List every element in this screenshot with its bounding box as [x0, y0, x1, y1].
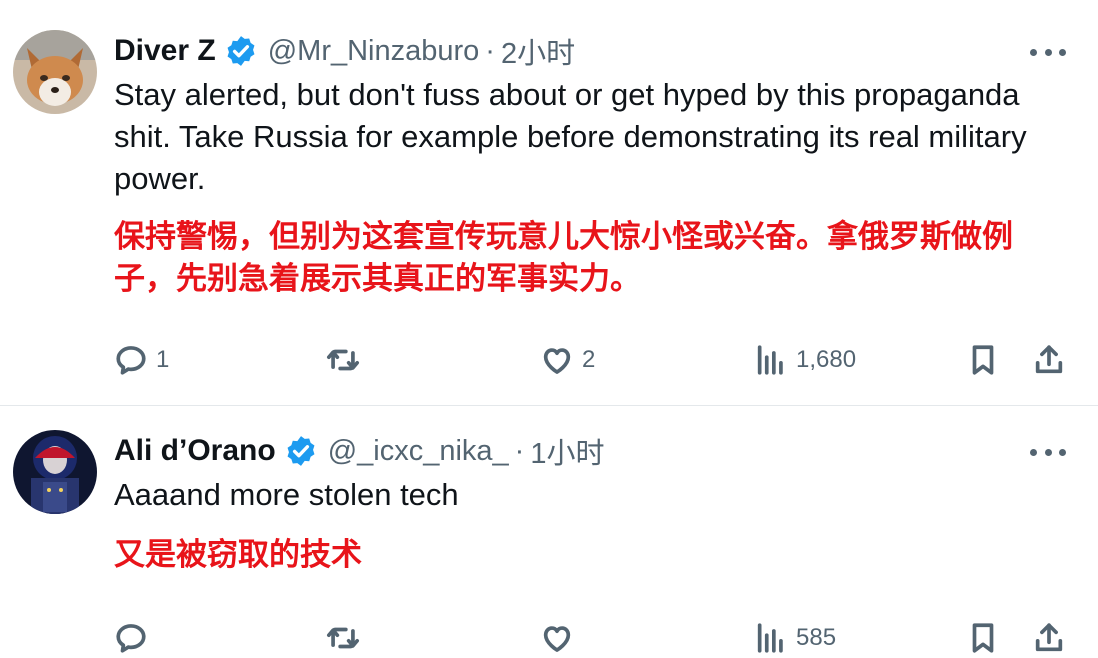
tweet-text: Aaaand more stolen tech [114, 477, 459, 512]
action-bar: 1 2 1,680 [0, 340, 1098, 380]
retweet-button[interactable] [326, 340, 368, 380]
share-button[interactable] [1032, 618, 1066, 658]
heart-icon [543, 348, 571, 374]
tweet-header: Ali d’Orano @_icxc_nika_ · 1小时 [114, 430, 604, 472]
author-handle[interactable]: @_icxc_nika_ [328, 435, 509, 468]
tweet-header: Diver Z @Mr_Ninzaburo · 2小时 [114, 30, 575, 72]
ali-avatar-image [13, 430, 97, 514]
separator-dot: · [485, 34, 495, 67]
fox-avatar-image [13, 30, 97, 114]
heart-icon [543, 626, 571, 652]
views-count: 585 [796, 624, 837, 651]
avatar[interactable] [13, 30, 97, 114]
separator-dot: · [514, 434, 525, 467]
tweet-text: Stay alerted, but don't fuss about or ge… [114, 77, 1027, 196]
share-icon [1035, 623, 1063, 652]
share-button[interactable] [1032, 340, 1066, 380]
reply-icon [116, 624, 146, 653]
tweet-translation: 又是被窃取的技术 [114, 537, 362, 572]
bookmark-icon [972, 345, 994, 375]
views-button[interactable]: 585 [754, 618, 836, 658]
views-count: 1,680 [796, 346, 857, 373]
author-name[interactable]: Ali d’Orano [114, 434, 276, 468]
like-button[interactable] [540, 618, 582, 658]
author-name[interactable]: Diver Z [114, 34, 216, 68]
verified-badge-icon [284, 434, 318, 468]
more-options-icon[interactable] [1030, 42, 1066, 62]
avatar[interactable] [13, 430, 97, 514]
reply-button[interactable] [114, 618, 156, 658]
tweet[interactable]: Diver Z @Mr_Ninzaburo · 2小时 Stay alerted… [0, 0, 1098, 406]
views-chart-icon [757, 345, 783, 375]
retweet-button[interactable] [326, 618, 368, 658]
views-button[interactable]: 1,680 [754, 340, 856, 380]
reply-count: 1 [156, 346, 170, 373]
share-icon [1035, 345, 1063, 374]
action-bar: 585 [0, 618, 1098, 658]
tweet[interactable]: Ali d’Orano @_icxc_nika_ · 1小时 Aaaand mo… [0, 406, 1098, 653]
views-chart-icon [757, 623, 783, 653]
like-button[interactable]: 2 [540, 340, 595, 380]
reply-button[interactable]: 1 [114, 340, 169, 380]
author-handle[interactable]: @Mr_Ninzaburo [268, 35, 480, 68]
timestamp[interactable]: 2小时 [501, 30, 575, 72]
tweet-translation: 保持警惕，但别为这套宣传玩意儿大惊小怪或兴奋。拿俄罗斯做例子，先别急着展示其真正… [114, 219, 1013, 296]
more-options-icon[interactable] [1030, 442, 1066, 462]
timestamp[interactable]: 1小时 [530, 430, 604, 472]
retweet-icon [326, 627, 360, 649]
bookmark-icon [972, 623, 994, 653]
like-count: 2 [582, 346, 596, 373]
reply-icon [116, 346, 146, 375]
retweet-icon [326, 349, 360, 371]
bookmark-button[interactable] [966, 340, 1000, 380]
verified-badge-icon [224, 34, 258, 68]
bookmark-button[interactable] [966, 618, 1000, 658]
